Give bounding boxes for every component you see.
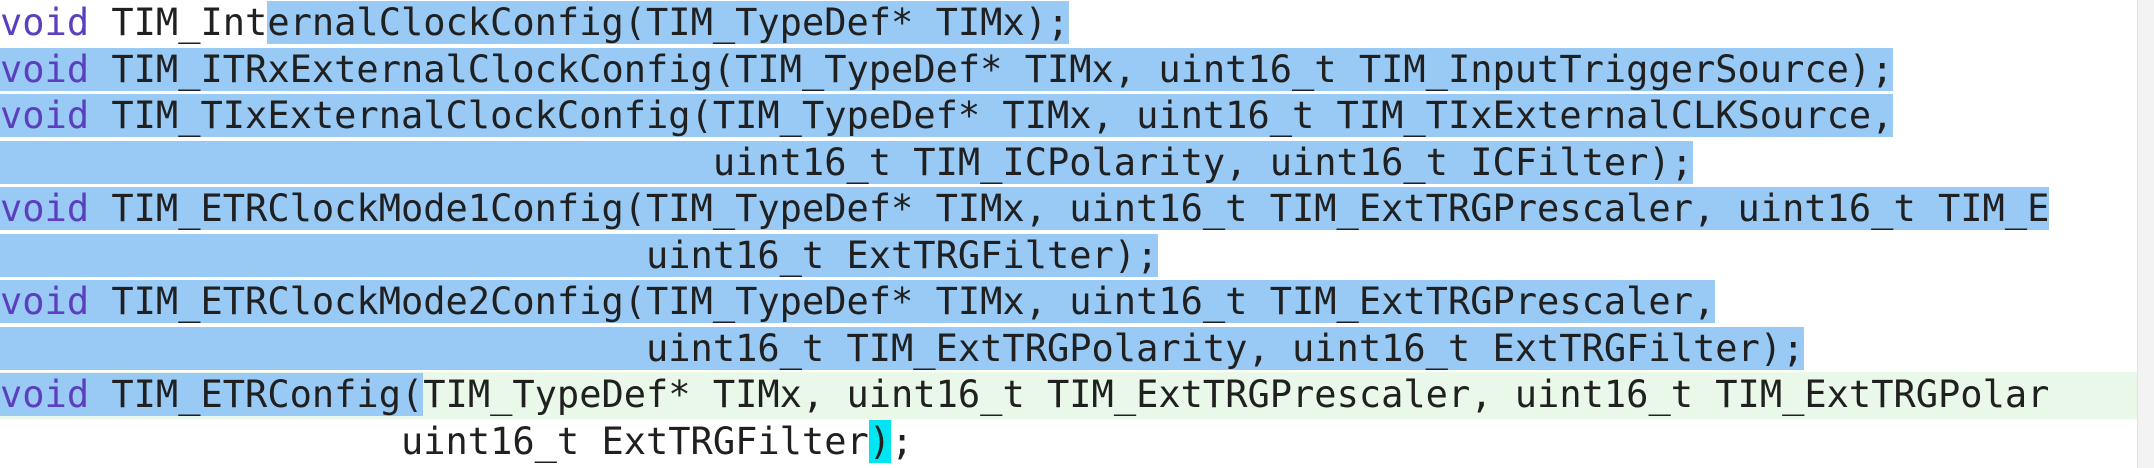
- code-text: TIM_ITRxExternalClockConfig(TIM_TypeDef*…: [89, 47, 1894, 91]
- selected-text: uint16_t TIM_ICPolarity, uint16_t ICFilt…: [0, 140, 1693, 184]
- selected-text: uint16_t ExtTRGFilter);: [0, 233, 1159, 277]
- selected-text: void TIM_ITRxExternalClockConfig(TIM_Typ…: [0, 47, 1894, 91]
- brace-open: (: [400, 373, 424, 416]
- keyword-void: void: [0, 280, 90, 323]
- code-text: TIM_Int: [89, 1, 268, 44]
- code-line[interactable]: void TIM_TIxExternalClockConfig(TIM_Type…: [0, 93, 2138, 140]
- code-line[interactable]: uint16_t TIM_ICPolarity, uint16_t ICFilt…: [0, 140, 2138, 187]
- code-text: TIM_ETRClockMode1Config(TIM_TypeDef* TIM…: [89, 187, 2050, 230]
- code-text: TIM_TypeDef* TIMx, uint16_t TIM_ExtTRGPr…: [423, 373, 2050, 416]
- selected-text: uint16_t TIM_ExtTRGPolarity, uint16_t Ex…: [0, 326, 1805, 370]
- code-line[interactable]: uint16_t TIM_ExtTRGPolarity, uint16_t Ex…: [0, 326, 2138, 373]
- code-text: TIM_ETRClockMode2Config(TIM_TypeDef* TIM…: [89, 280, 1716, 323]
- selected-text: void TIM_ETRClockMode2Config(TIM_TypeDef…: [0, 280, 1716, 323]
- current-line[interactable]: void TIM_ETRConfig(TIM_TypeDef* TIMx, ui…: [0, 372, 2138, 419]
- keyword-void: void: [0, 187, 90, 230]
- keyword-void: void: [0, 1, 90, 44]
- code-editor[interactable]: void TIM_InternalClockConfig(TIM_TypeDef…: [0, 0, 2138, 468]
- code-line[interactable]: uint16_t ExtTRGFilter);: [0, 233, 2138, 280]
- brace-match-highlight: ): [868, 419, 892, 463]
- keyword-void: void: [0, 47, 90, 91]
- selected-text: void TIM_TIxExternalClockConfig(TIM_Type…: [0, 94, 1894, 137]
- code-line[interactable]: void TIM_ETRClockMode1Config(TIM_TypeDef…: [0, 186, 2138, 233]
- code-text: TIM_ETRConfig: [89, 373, 401, 416]
- selected-text: void TIM_ETRClockMode1Config(TIM_TypeDef…: [0, 187, 2050, 230]
- code-text: ;: [891, 419, 914, 463]
- code-line[interactable]: void TIM_ITRxExternalClockConfig(TIM_Typ…: [0, 47, 2138, 94]
- keyword-void: void: [0, 373, 90, 416]
- selected-text: ernalClockConfig(TIM_TypeDef* TIMx);: [267, 1, 1070, 44]
- code-line[interactable]: void TIM_InternalClockConfig(TIM_TypeDef…: [0, 0, 2138, 47]
- code-text: TIM_TIxExternalClockConfig(TIM_TypeDef* …: [89, 94, 1894, 137]
- code-text: uint16_t ExtTRGFilter: [0, 419, 869, 463]
- keyword-void: void: [0, 94, 90, 137]
- code-line[interactable]: uint16_t ExtTRGFilter);: [0, 419, 2138, 466]
- code-line[interactable]: void TIM_ETRClockMode2Config(TIM_TypeDef…: [0, 279, 2138, 326]
- selected-text: void TIM_ETRConfig: [0, 373, 401, 416]
- editor-right-edge: [2137, 0, 2154, 468]
